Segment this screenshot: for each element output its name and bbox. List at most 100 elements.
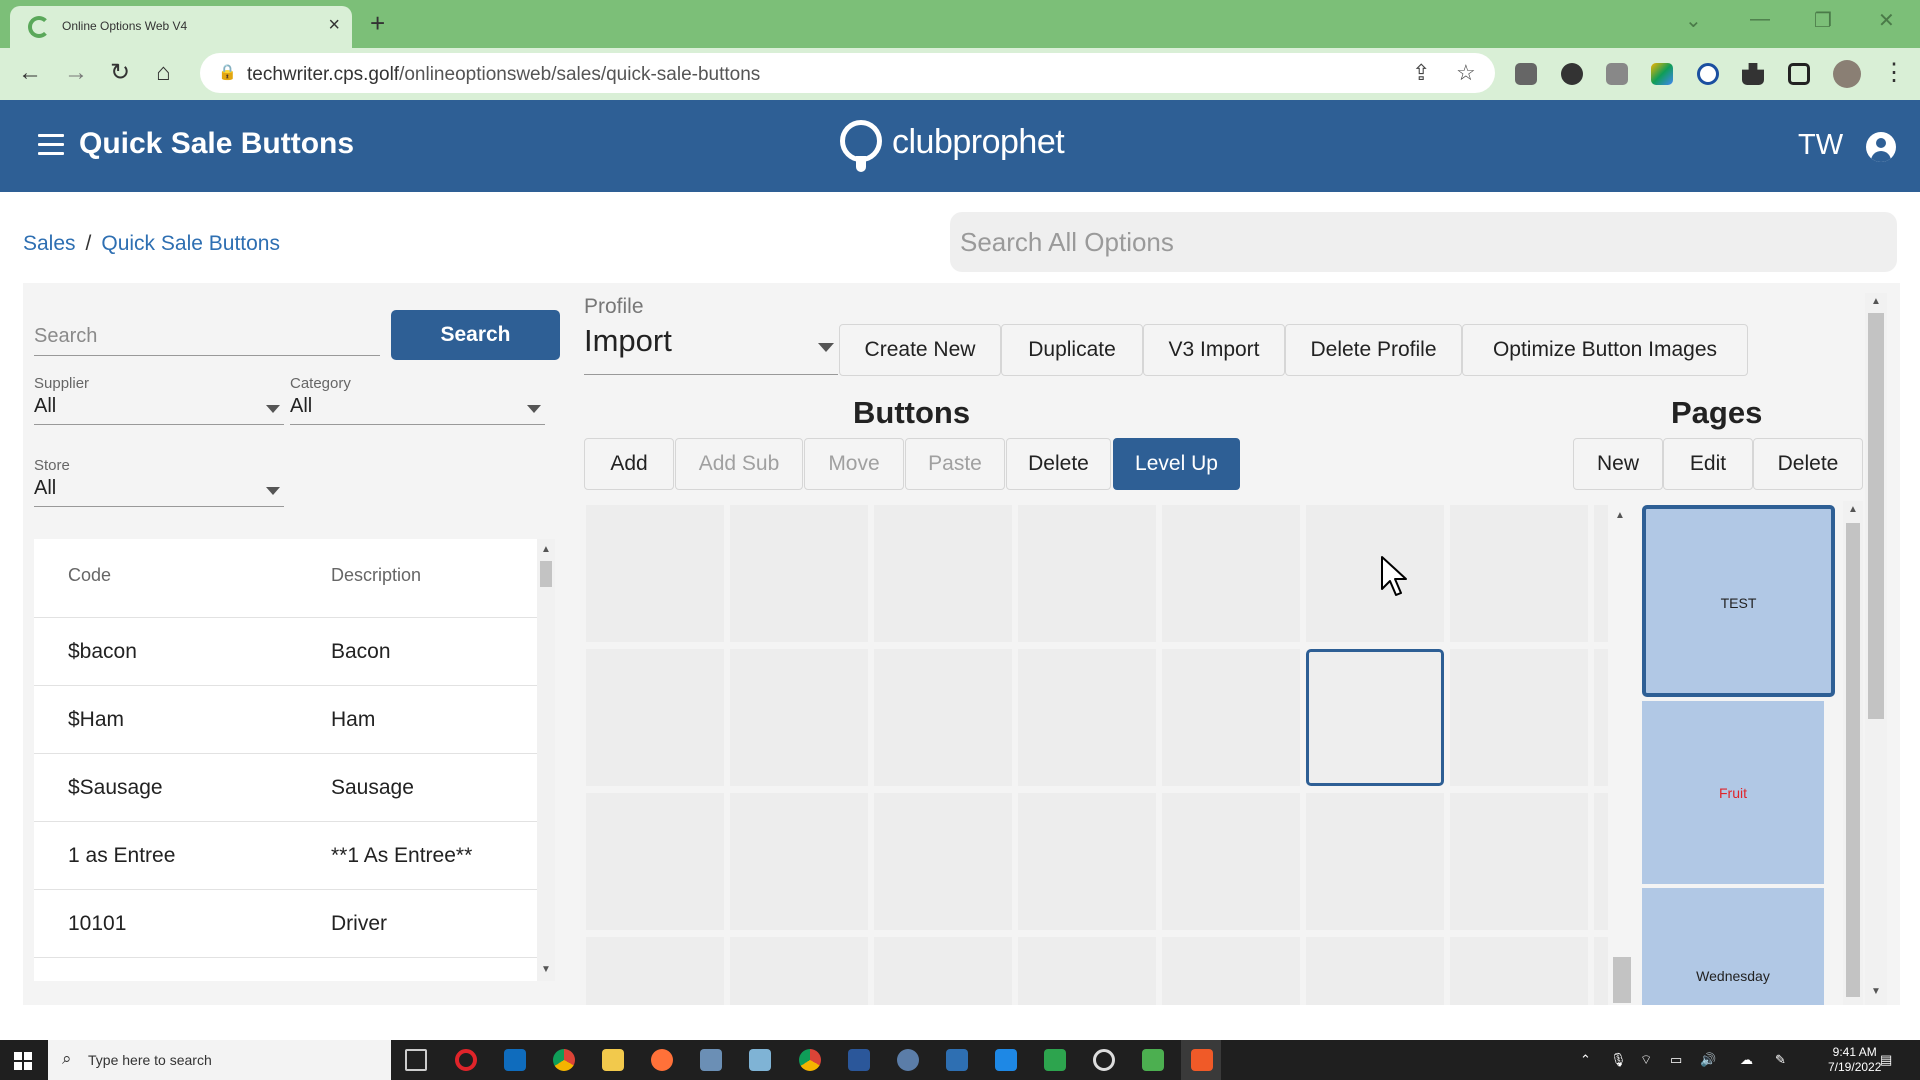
bookmark-star-icon[interactable]: ☆ bbox=[1456, 60, 1476, 86]
item-search-input[interactable] bbox=[34, 318, 380, 356]
grid-button-cell[interactable] bbox=[1594, 649, 1608, 786]
edit-page-button[interactable]: Edit bbox=[1663, 438, 1753, 490]
delete-page-button[interactable]: Delete bbox=[1753, 438, 1863, 490]
pen-icon[interactable]: ✎ bbox=[1775, 1052, 1786, 1068]
user-initials[interactable]: TW bbox=[1798, 129, 1843, 162]
file-explorer-icon[interactable] bbox=[602, 1049, 624, 1071]
add-button[interactable]: Add bbox=[584, 438, 674, 490]
opera-icon[interactable] bbox=[455, 1049, 477, 1071]
scroll-thumb[interactable] bbox=[1846, 523, 1860, 997]
app-icon[interactable] bbox=[1044, 1049, 1066, 1071]
reload-icon[interactable]: ↻ bbox=[110, 60, 130, 86]
search-button[interactable]: Search bbox=[391, 310, 560, 360]
store-select[interactable]: All bbox=[34, 477, 284, 507]
grid-button-cell[interactable] bbox=[586, 793, 724, 930]
taskbar-search[interactable]: ⌕ Type here to search bbox=[48, 1040, 391, 1080]
supplier-select[interactable]: All bbox=[34, 395, 284, 425]
tab-search-chevron-icon[interactable]: ⌄ bbox=[1685, 8, 1702, 33]
delete-profile-button[interactable]: Delete Profile bbox=[1285, 324, 1462, 376]
table-row[interactable]: 10101 Driver bbox=[34, 889, 537, 957]
volume-icon[interactable]: 🔊 bbox=[1700, 1052, 1716, 1068]
page-tile-test[interactable]: TEST bbox=[1642, 505, 1835, 697]
grid-button-cell[interactable] bbox=[1018, 937, 1156, 1005]
app-icon[interactable] bbox=[700, 1049, 722, 1071]
close-tab-icon[interactable]: × bbox=[328, 15, 340, 35]
grid-button-cell[interactable] bbox=[874, 937, 1012, 1005]
scroll-up-icon[interactable]: ▲ bbox=[1848, 505, 1858, 515]
taskbar-clock[interactable]: 9:41 AM 7/19/2022 bbox=[1828, 1045, 1881, 1075]
app-icon[interactable] bbox=[897, 1049, 919, 1071]
page-tile-fruit[interactable]: Fruit bbox=[1642, 701, 1824, 884]
grid-button-cell[interactable] bbox=[1162, 937, 1300, 1005]
browser-tab[interactable]: Online Options Web V4 × bbox=[10, 6, 352, 48]
app-icon[interactable] bbox=[995, 1049, 1017, 1071]
grid-button-cell[interactable] bbox=[1018, 793, 1156, 930]
home-icon[interactable]: ⌂ bbox=[156, 60, 171, 86]
word-icon[interactable] bbox=[848, 1049, 870, 1071]
v3-import-button[interactable]: V3 Import bbox=[1143, 324, 1285, 376]
grid-button-cell[interactable] bbox=[1018, 649, 1156, 786]
firefox-icon[interactable] bbox=[651, 1049, 673, 1071]
app-icon[interactable] bbox=[1142, 1049, 1164, 1071]
column-header-code[interactable]: Code bbox=[68, 565, 111, 586]
duplicate-button[interactable]: Duplicate bbox=[1001, 324, 1143, 376]
grid-button-cell[interactable] bbox=[730, 505, 868, 642]
restore-icon[interactable]: ❐ bbox=[1814, 8, 1832, 33]
create-new-button[interactable]: Create New bbox=[839, 324, 1001, 376]
column-header-description[interactable]: Description bbox=[331, 565, 421, 586]
close-window-icon[interactable]: ✕ bbox=[1878, 8, 1895, 33]
account-icon[interactable] bbox=[1866, 132, 1896, 162]
grid-button-cell[interactable] bbox=[1162, 793, 1300, 930]
extension-icon[interactable] bbox=[1606, 63, 1628, 85]
grid-button-cell[interactable] bbox=[1450, 793, 1588, 930]
notifications-icon[interactable]: ▤ bbox=[1880, 1052, 1892, 1068]
items-scrollbar[interactable]: ▲ ▼ bbox=[537, 539, 555, 981]
paste-button[interactable]: Paste bbox=[905, 438, 1005, 490]
table-row[interactable] bbox=[34, 957, 537, 981]
grid-button-cell[interactable] bbox=[874, 793, 1012, 930]
scroll-up-icon[interactable]: ▲ bbox=[1615, 511, 1625, 521]
app-icon[interactable] bbox=[946, 1049, 968, 1071]
back-icon[interactable]: ← bbox=[18, 60, 42, 86]
extensions-puzzle-icon[interactable] bbox=[1742, 63, 1764, 85]
grid-button-cell[interactable] bbox=[1018, 505, 1156, 642]
outlook-icon[interactable] bbox=[504, 1049, 526, 1071]
chrome-icon[interactable] bbox=[799, 1049, 821, 1071]
address-bar[interactable]: 🔒 techwriter.cps.golf/onlineoptionsweb/s… bbox=[200, 53, 1495, 93]
breadcrumb-current[interactable]: Quick Sale Buttons bbox=[101, 232, 280, 255]
optimize-button-images-button[interactable]: Optimize Button Images bbox=[1462, 324, 1748, 376]
scroll-thumb[interactable] bbox=[1613, 957, 1631, 1003]
grid-button-cell[interactable] bbox=[1450, 505, 1588, 642]
microphone-icon[interactable]: 🎙 bbox=[1610, 1052, 1627, 1068]
scroll-up-icon[interactable]: ▲ bbox=[541, 545, 551, 555]
panel-scrollbar[interactable]: ▲ ▼ bbox=[1865, 293, 1887, 1005]
grid-button-cell[interactable] bbox=[1306, 505, 1444, 642]
table-row[interactable]: 1 as Entree **1 As Entree** bbox=[34, 821, 537, 889]
extension-icon[interactable] bbox=[1561, 63, 1583, 85]
google-drive-icon[interactable] bbox=[1651, 63, 1673, 85]
grid-button-cell[interactable] bbox=[586, 649, 724, 786]
clock-app-icon[interactable] bbox=[1093, 1049, 1115, 1071]
active-app-icon[interactable] bbox=[1191, 1049, 1213, 1071]
profile-select[interactable]: Import bbox=[584, 323, 838, 375]
browser-menu-icon[interactable]: ⋮ bbox=[1882, 60, 1906, 86]
profile-avatar[interactable] bbox=[1833, 60, 1861, 88]
chrome-profile-icon[interactable] bbox=[553, 1049, 575, 1071]
grid-button-cell[interactable] bbox=[1450, 649, 1588, 786]
play-extension-icon[interactable] bbox=[1697, 63, 1719, 85]
grid-button-cell[interactable] bbox=[586, 937, 724, 1005]
grid-button-cell[interactable] bbox=[730, 937, 868, 1005]
grid-button-cell[interactable] bbox=[874, 649, 1012, 786]
app-icon[interactable] bbox=[749, 1049, 771, 1071]
new-tab-icon[interactable]: + bbox=[370, 10, 385, 36]
move-button[interactable]: Move bbox=[804, 438, 904, 490]
task-view-icon[interactable] bbox=[405, 1049, 427, 1071]
forward-icon[interactable]: → bbox=[64, 60, 88, 86]
scroll-up-icon[interactable]: ▲ bbox=[1871, 297, 1881, 307]
grid-button-cell-selected[interactable] bbox=[1306, 649, 1444, 786]
side-panel-icon[interactable] bbox=[1788, 63, 1810, 85]
grid-button-cell[interactable] bbox=[1594, 793, 1608, 930]
grid-button-cell[interactable] bbox=[1306, 937, 1444, 1005]
grid-button-cell[interactable] bbox=[1306, 793, 1444, 930]
scroll-down-icon[interactable]: ▼ bbox=[541, 965, 551, 975]
